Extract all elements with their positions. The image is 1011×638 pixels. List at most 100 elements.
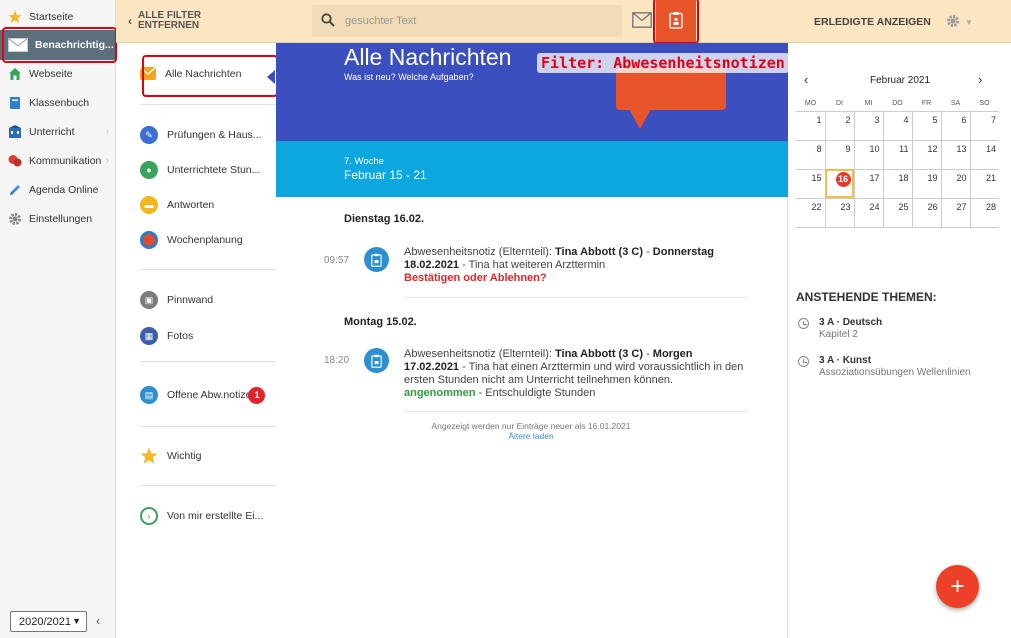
calendar-day[interactable]: 12 [912,140,942,170]
topic-item[interactable]: 3 A · Kunst Assoziationsübungen Wellenlin… [798,355,971,378]
calendar-day[interactable]: 14 [970,140,999,170]
filter-mail-button[interactable] [632,12,652,30]
calendar-day[interactable]: 28 [970,198,999,228]
day-number: 3 [874,114,880,125]
active-indicator [267,70,275,84]
weekday-header: MO [796,97,825,112]
filter-item-pinnwand[interactable]: ▣ Pinnwand [140,291,213,309]
calendar-day[interactable]: 2 [825,111,855,141]
filter-label: Unterrichtete Stun... [167,164,261,176]
nav-item-unterricht[interactable]: Unterricht › [0,117,116,146]
calendar-day[interactable]: 21 [970,169,999,199]
search-input[interactable]: gesuchter Text [312,5,622,37]
day-number: 28 [985,201,996,212]
calendar-weekdays: MO DI MI DO FR SA SO [796,97,999,112]
nav-item-benachrichtigungen[interactable]: Benachrichtig... [0,30,116,60]
person-icon: ● [140,161,158,179]
nav-label: Unterricht [29,125,75,138]
calendar-day[interactable]: 13 [941,140,971,170]
day-number: 9 [845,143,851,154]
caret-down-icon: ▼ [965,17,973,27]
nav-item-einstellungen[interactable]: Einstellungen [0,204,116,233]
message-student: Tina Abbott (3 C) [555,348,644,360]
calendar-day[interactable]: 15 [796,169,826,199]
calendar-day[interactable]: 10 [854,140,884,170]
load-older-link[interactable]: Ältere laden [426,431,636,441]
filter-item-offene-abwesenheitsnotizen[interactable]: ▤ Offene Abw.notize 1 [140,386,266,404]
filter-item-antworten[interactable]: ▬ Antworten [140,196,214,214]
filter-item-pruefungen[interactable]: ✎ Prüfungen & Haus... [140,126,262,144]
nav-item-klassenbuch[interactable]: Klassenbuch [0,88,116,117]
clear-filters-button[interactable]: ‹ ALLE FILTER ENTFERNEN [128,11,201,31]
add-button[interactable]: + [936,565,979,608]
day-number: 26 [927,201,938,212]
filter-absence-notes-button[interactable] [656,0,696,43]
calendar-next-button[interactable]: › [978,72,982,87]
topic-item[interactable]: 3 A · Deutsch Kapitel 2 [798,317,882,340]
message-item[interactable]: Abwesenheitsnotiz (Elternteil): Tina Abb… [404,348,744,400]
calendar-day[interactable]: 3 [854,111,884,141]
school-year-select[interactable]: 2020/2021 ▼ [10,611,87,632]
separator [140,269,276,270]
calendar-day[interactable]: 26 [912,198,942,228]
top-bar: ‹ ALLE FILTER ENTFERNEN gesuchter Text E… [116,0,1011,44]
exam-icon: ✎ [140,126,158,144]
calendar-day[interactable]: 20 [941,169,971,199]
nav-item-kommunikation[interactable]: Kommunikation › [0,146,116,175]
status-detail: - Entschuldigte Stunden [475,387,596,399]
day-number: 13 [956,143,967,154]
nav-label: Agenda Online [29,183,99,196]
nav-label: Klassenbuch [29,96,90,109]
collapse-sidebar-button[interactable]: ‹ [96,613,110,629]
filter-item-fotos[interactable]: ▦ Fotos [140,327,193,345]
status-accepted: angenommen [404,387,476,399]
nav-item-webseite[interactable]: Webseite [0,59,116,88]
calendar-day[interactable]: 23 [825,198,855,228]
calendar-day[interactable]: 9 [825,140,855,170]
filter-item-unterrichtete-stunden[interactable]: ● Unterrichtete Stun... [140,161,260,179]
show-completed-button[interactable]: ERLEDIGTE ANZEIGEN [814,16,931,28]
calendar-day[interactable]: 25 [883,198,913,228]
calendar-day[interactable]: 5 [912,111,942,141]
calendar-day[interactable]: 11 [883,140,913,170]
message-item[interactable]: Abwesenheitsnotiz (Elternteil): Tina Abb… [404,246,744,285]
calendar-day[interactable]: 17 [854,169,884,199]
week-banner: 7. Woche Februar 15 - 21 [276,141,788,197]
nav-item-startseite[interactable]: Startseite [0,2,116,31]
calendar-day[interactable]: 16 [825,169,855,199]
day-number: 8 [816,143,822,154]
filter-item-alle-nachrichten[interactable]: Alle Nachrichten [140,67,241,80]
settings-menu-button[interactable]: ▼ [946,13,976,31]
calendar-prev-button[interactable]: ‹ [804,72,808,87]
calendar-day[interactable]: 24 [854,198,884,228]
calendar-day[interactable]: 4 [883,111,913,141]
calendar-day[interactable]: 19 [912,169,942,199]
day-number: 27 [956,201,967,212]
message-student: Tina Abbott (3 C) [555,246,644,258]
count-badge: 1 [248,386,266,404]
confirm-or-reject-link[interactable]: Bestätigen oder Ablehnen? [404,272,547,284]
calendar-day[interactable]: 22 [796,198,826,228]
message-feed: Alle Nachrichten Was ist neu? Welche Auf… [276,43,788,638]
star-icon [8,10,22,24]
calendar-day[interactable]: 1 [796,111,826,141]
clear-filters-line2: ENTFERNEN [138,20,200,31]
filter-item-wochenplanung[interactable]: Wochenplanung [140,231,243,249]
search-icon [321,12,335,30]
filter-item-wichtig[interactable]: Wichtig [140,447,201,465]
calendar-day[interactable]: 6 [941,111,971,141]
nav-item-agenda-online[interactable]: Agenda Online [0,175,116,204]
message-dash: - [643,348,653,360]
filter-label: Wochenplanung [167,234,243,246]
day-number: 4 [903,114,909,125]
message-type: Abwesenheitsnotiz (Elternteil): [404,348,556,360]
calendar-day[interactable]: 27 [941,198,971,228]
filter-item-von-mir-erstellt[interactable]: › Von mir erstellte Ei... [140,507,263,525]
search-placeholder: gesuchter Text [345,15,417,27]
day-heading: Dienstag 16.02. [344,213,425,225]
calendar-day[interactable]: 7 [970,111,999,141]
calendar-day[interactable]: 18 [883,169,913,199]
nav-label: Webseite [29,67,73,80]
weekday-header: SO [970,97,999,112]
calendar-day[interactable]: 8 [796,140,826,170]
